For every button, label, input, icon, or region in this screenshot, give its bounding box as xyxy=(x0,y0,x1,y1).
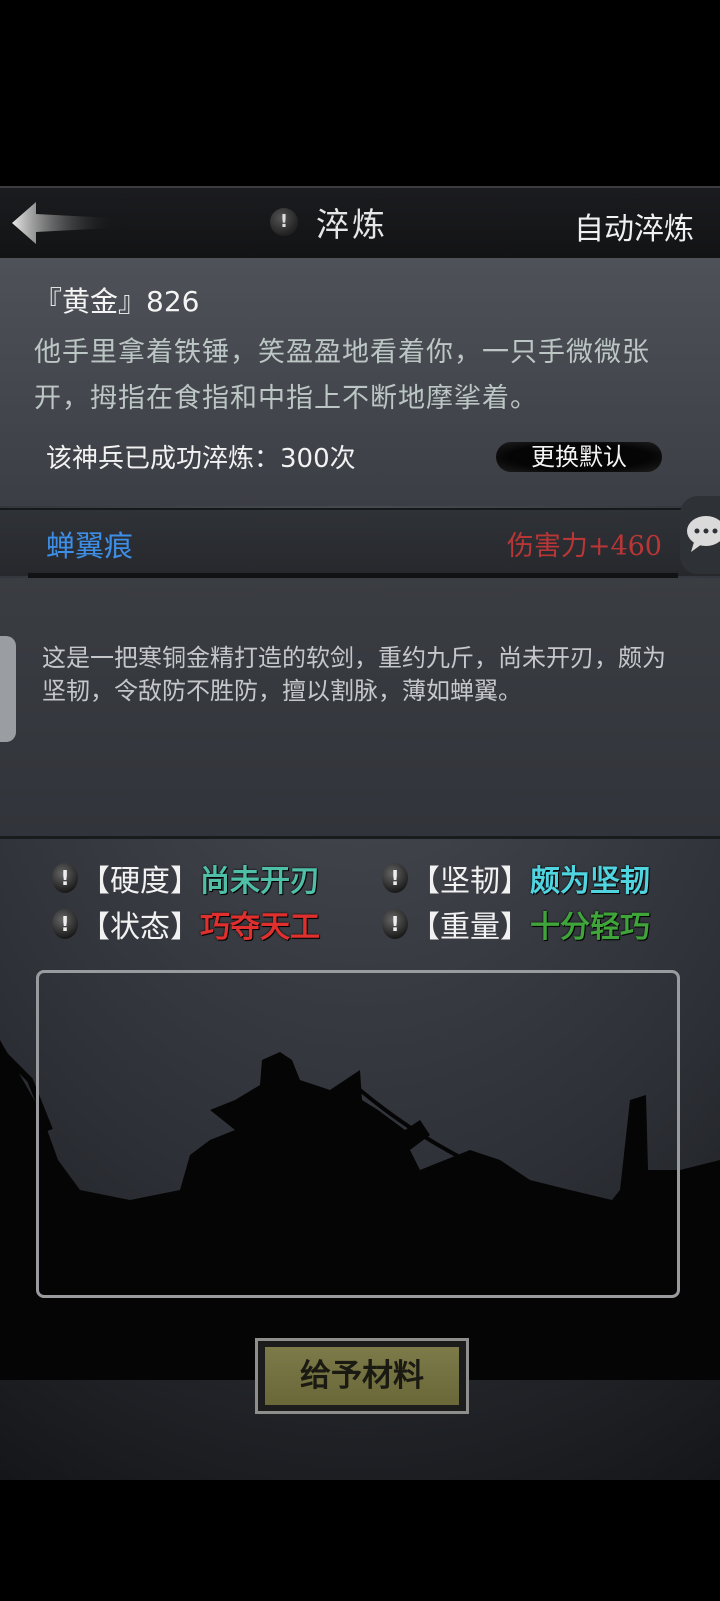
info-icon[interactable]: ! xyxy=(382,863,408,893)
chat-button[interactable] xyxy=(680,496,720,574)
page-title: 淬炼 xyxy=(316,205,388,244)
stat-label: 【坚韧】 xyxy=(410,864,530,899)
npc-panel: 『黄金』826 他手里拿着铁锤，笑盈盈地看着你，一只手微微张开，拇指在食指和中指… xyxy=(0,258,720,506)
auto-refine-button[interactable]: 自动淬炼 xyxy=(574,204,694,248)
stat-label: 【硬度】 xyxy=(80,864,200,899)
stat-label: 【状态】 xyxy=(80,910,200,945)
chat-bubble-icon xyxy=(687,516,720,552)
scene-frame xyxy=(36,970,680,1298)
give-materials-label: 给予材料 xyxy=(265,1347,459,1405)
back-button[interactable] xyxy=(10,200,114,246)
stat-value: 尚未开刃 xyxy=(200,864,320,899)
header-bar: ! 淬炼 自动淬炼 xyxy=(0,186,720,260)
stat-condition: ! 【状态】 巧夺天工 xyxy=(52,902,320,946)
info-icon[interactable]: ! xyxy=(52,863,78,893)
refine-count: 该神兵已成功淬炼：300次 xyxy=(46,444,356,474)
info-icon[interactable]: ! xyxy=(270,208,298,236)
weapon-name: 蝉翼痕 xyxy=(46,529,134,563)
stats-grid: ! 【硬度】 尚未开刃 ! 【坚韧】 颇为坚韧 ! 【状态】 巧夺天工 ! 【重… xyxy=(0,838,720,958)
stat-label: 【重量】 xyxy=(410,910,530,945)
weapon-row[interactable]: 蝉翼痕 伤害力+460 xyxy=(0,508,720,576)
change-default-button[interactable]: 更换默认 xyxy=(496,442,662,472)
arrow-left-icon xyxy=(12,202,112,244)
bottom-area xyxy=(0,1480,720,1601)
stat-toughness: ! 【坚韧】 颇为坚韧 xyxy=(382,856,650,900)
stat-value: 颇为坚韧 xyxy=(530,864,650,899)
give-materials-button[interactable]: 给予材料 xyxy=(255,1338,469,1414)
weapon-lore: 这是一把寒铜金精打造的软剑，重约九斤，尚未开刃，颇为坚韧，令敌防不胜防，擅以割脉… xyxy=(42,644,666,705)
item-name: 『黄金』826 xyxy=(34,285,200,318)
stat-hardness: ! 【硬度】 尚未开刃 xyxy=(52,856,320,900)
weapon-damage: 伤害力+460 xyxy=(506,531,662,562)
info-icon[interactable]: ! xyxy=(52,909,78,939)
info-icon[interactable]: ! xyxy=(382,909,408,939)
title-group: ! 淬炼 xyxy=(270,202,388,244)
stat-weight: ! 【重量】 十分轻巧 xyxy=(382,902,650,946)
side-handle[interactable] xyxy=(0,636,16,742)
top-bar-area xyxy=(0,0,720,186)
weapon-lore-panel: 这是一把寒铜金精打造的软剑，重约九斤，尚未开刃，颇为坚韧，令敌防不胜防，擅以割脉… xyxy=(0,578,720,839)
stat-value: 十分轻巧 xyxy=(530,910,650,945)
stat-value: 巧夺天工 xyxy=(200,910,320,945)
npc-description: 他手里拿着铁锤，笑盈盈地看着你，一只手微微张开，拇指在食指和中指上不断地摩挲着。 xyxy=(34,337,650,414)
